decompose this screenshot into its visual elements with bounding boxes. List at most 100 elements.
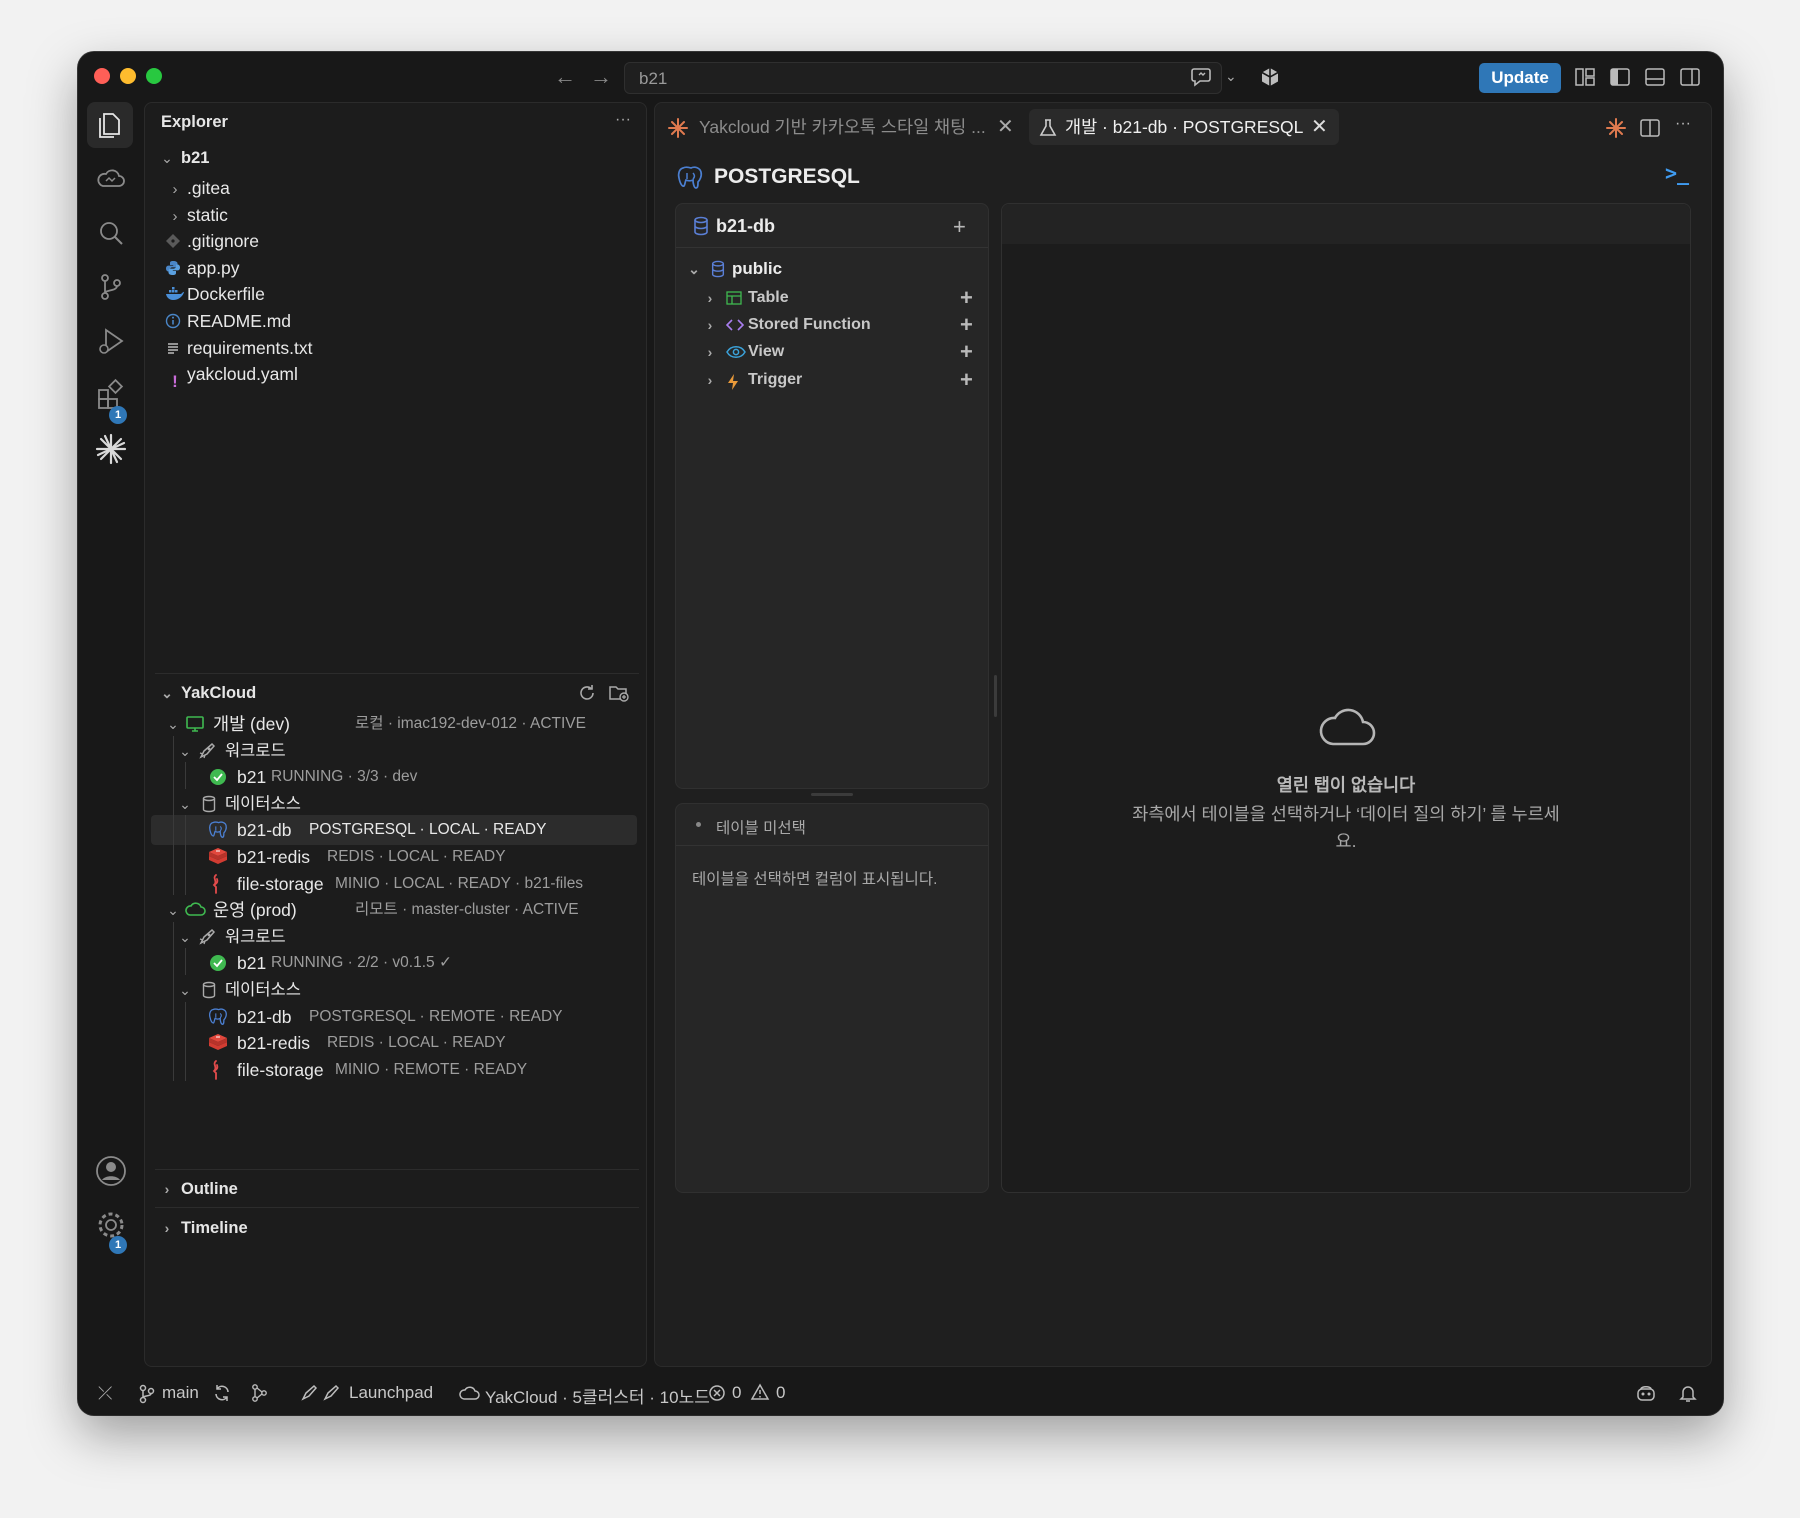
workload-meta: RUNNING · 3/3 · dev	[271, 768, 418, 786]
outline-section-header[interactable]: › Outline	[145, 1174, 646, 1204]
close-tab-icon[interactable]: ✕	[1311, 109, 1328, 145]
remote-indicator-icon[interactable]: ⤫	[98, 1383, 112, 1404]
datasource-item[interactable]: b21-db POSTGRESQL · LOCAL · READY	[151, 815, 637, 846]
toggle-panel-icon[interactable]	[1644, 66, 1666, 88]
run-debug-icon[interactable]	[92, 322, 130, 360]
yakcloud-section-header[interactable]: ⌄ YakCloud	[145, 678, 646, 708]
schema-object-stored-function[interactable]: › Stored Function +	[676, 310, 988, 340]
environment-row[interactable]: ⌄ 개발 (dev) 로컬 · imac192-dev-012 · ACTIVE	[145, 709, 646, 739]
tab-b21-db-postgresql[interactable]: 개발 · b21-db · POSTGRESQL ✕	[1029, 109, 1339, 145]
update-button[interactable]: Update	[1479, 63, 1561, 93]
workload-group[interactable]: ⌄ 워크로드	[145, 922, 646, 952]
schema-object-trigger[interactable]: › Trigger +	[676, 365, 988, 395]
yakcloud-cloud-icon[interactable]	[92, 160, 130, 198]
datasource-group[interactable]: ⌄ 데이터소스	[145, 975, 646, 1005]
yaml-icon: !	[172, 372, 178, 392]
add-object-button[interactable]: +	[960, 368, 973, 391]
add-folder-icon[interactable]	[608, 683, 630, 703]
empty-state-desc-line2: 요.	[1335, 831, 1357, 851]
schema-object-view[interactable]: › View +	[676, 337, 988, 367]
folder-item[interactable]: › static	[145, 200, 646, 230]
git-icon	[165, 233, 185, 249]
datasource-item[interactable]: file-storage MINIO · REMOTE · READY	[145, 1055, 646, 1085]
toggle-primary-sidebar-icon[interactable]	[1609, 66, 1631, 88]
copilot-chat-icon[interactable]	[1190, 66, 1212, 88]
split-editor-icon[interactable]	[1639, 117, 1661, 139]
environment-name: 운영 (prod)	[213, 900, 297, 921]
search-icon[interactable]	[92, 214, 130, 252]
workload-group[interactable]: ⌄ 워크로드	[145, 736, 646, 766]
file-item[interactable]: app.py	[145, 253, 646, 283]
database-icon	[201, 795, 217, 813]
extensions-badge: 1	[109, 406, 127, 424]
file-item[interactable]: .gitignore	[145, 226, 646, 256]
editor-more-icon[interactable]: ···	[1675, 115, 1691, 133]
zoom-window-button[interactable]	[146, 68, 162, 84]
refresh-icon[interactable]	[577, 683, 597, 703]
datasource-group[interactable]: ⌄ 데이터소스	[145, 789, 646, 819]
ai-spark-icon[interactable]	[92, 430, 130, 468]
editor-area: Yakcloud 기반 카카오톡 스타일 채팅 ... ✕ 개발 · b21-d…	[654, 102, 1712, 1367]
datasource-name: file-storage	[237, 1059, 324, 1080]
minimize-window-button[interactable]	[120, 68, 136, 84]
file-item[interactable]: ! yakcloud.yaml	[145, 359, 646, 391]
timeline-section-header[interactable]: › Timeline	[145, 1213, 646, 1243]
file-item[interactable]: requirements.txt	[145, 333, 646, 363]
environment-row[interactable]: ⌄ 운영 (prod) 리모트 · master-cluster · ACTIVE	[145, 895, 646, 925]
panel-resize-handle[interactable]	[811, 793, 853, 796]
file-item[interactable]: README.md	[145, 306, 646, 336]
customize-layout-icon[interactable]	[1574, 66, 1596, 88]
tab-yakcloud-chat[interactable]: Yakcloud 기반 카카오톡 스타일 채팅 ... ✕	[663, 109, 1023, 145]
tree-indent-guide	[185, 762, 186, 789]
back-arrow-icon[interactable]: ←	[552, 64, 578, 90]
forward-arrow-icon[interactable]: →	[588, 64, 614, 90]
tree-indent-guide	[173, 921, 174, 1082]
schema-object-table[interactable]: › Table +	[676, 283, 988, 313]
explorer-files-icon[interactable]	[87, 102, 133, 148]
file-name: .gitignore	[187, 231, 259, 252]
minio-icon	[207, 1059, 223, 1081]
schema-public-row[interactable]: ⌄ public	[676, 254, 988, 284]
chevron-down-icon[interactable]: ⌄	[1225, 68, 1247, 90]
add-object-button[interactable]: +	[960, 287, 973, 309]
workload-item[interactable]: b21 RUNNING · 2/2 · v0.1.5 ✓	[145, 948, 646, 978]
app-window: ← → b21 ⌄ Update 1 1 Explorer ··· ⌄ b21 …	[78, 52, 1723, 1415]
tree-indent-guide	[185, 1001, 186, 1082]
datasource-item[interactable]: b21-redis REDIS · LOCAL · READY	[145, 842, 646, 872]
file-name: static	[187, 204, 228, 225]
source-control-icon[interactable]	[92, 268, 130, 306]
add-object-button[interactable]: +	[960, 314, 973, 336]
workload-name: b21	[237, 953, 267, 974]
cloud-icon	[185, 901, 207, 917]
copilot-icon[interactable]	[1635, 1383, 1657, 1403]
code-icon	[726, 318, 744, 332]
account-avatar-icon[interactable]	[92, 1152, 130, 1190]
extension-hexagon-icon[interactable]	[1259, 66, 1281, 88]
add-object-button[interactable]: +	[960, 341, 973, 363]
folder-root[interactable]: ⌄ b21	[145, 143, 646, 173]
datasource-name: b21-redis	[237, 847, 310, 867]
workload-item[interactable]: b21 RUNNING · 3/3 · dev	[145, 762, 646, 792]
postgres-elephant-icon	[675, 163, 705, 193]
git-graph-icon[interactable]	[250, 1383, 270, 1403]
close-window-button[interactable]	[94, 68, 110, 84]
datasource-item[interactable]: b21-redis REDIS · LOCAL · READY	[145, 1028, 646, 1058]
notifications-bell-icon[interactable]	[1678, 1383, 1698, 1403]
open-terminal-button[interactable]: >_	[1665, 161, 1689, 185]
sync-icon[interactable]	[212, 1383, 232, 1403]
close-tab-icon[interactable]: ✕	[997, 109, 1014, 145]
datasource-item[interactable]: file-storage MINIO · LOCAL · READY · b21-…	[145, 869, 646, 899]
cloud-icon	[459, 1385, 481, 1401]
vertical-resize-handle[interactable]	[994, 675, 997, 717]
explorer-more-button[interactable]: ···	[615, 111, 631, 129]
ai-spark-icon[interactable]	[1605, 117, 1627, 139]
ai-spark-icon	[667, 117, 689, 139]
file-item[interactable]: Dockerfile	[145, 279, 646, 309]
add-schema-button[interactable]: +	[953, 216, 966, 238]
toggle-secondary-sidebar-icon[interactable]	[1679, 66, 1701, 88]
folder-item[interactable]: › .gitea	[145, 173, 646, 203]
datasource-item[interactable]: b21-db POSTGRESQL · REMOTE · READY	[145, 1002, 646, 1032]
docker-icon	[165, 286, 185, 302]
command-center-search[interactable]: b21	[624, 62, 1222, 94]
datasource-meta: POSTGRESQL · LOCAL · READY	[309, 821, 547, 839]
